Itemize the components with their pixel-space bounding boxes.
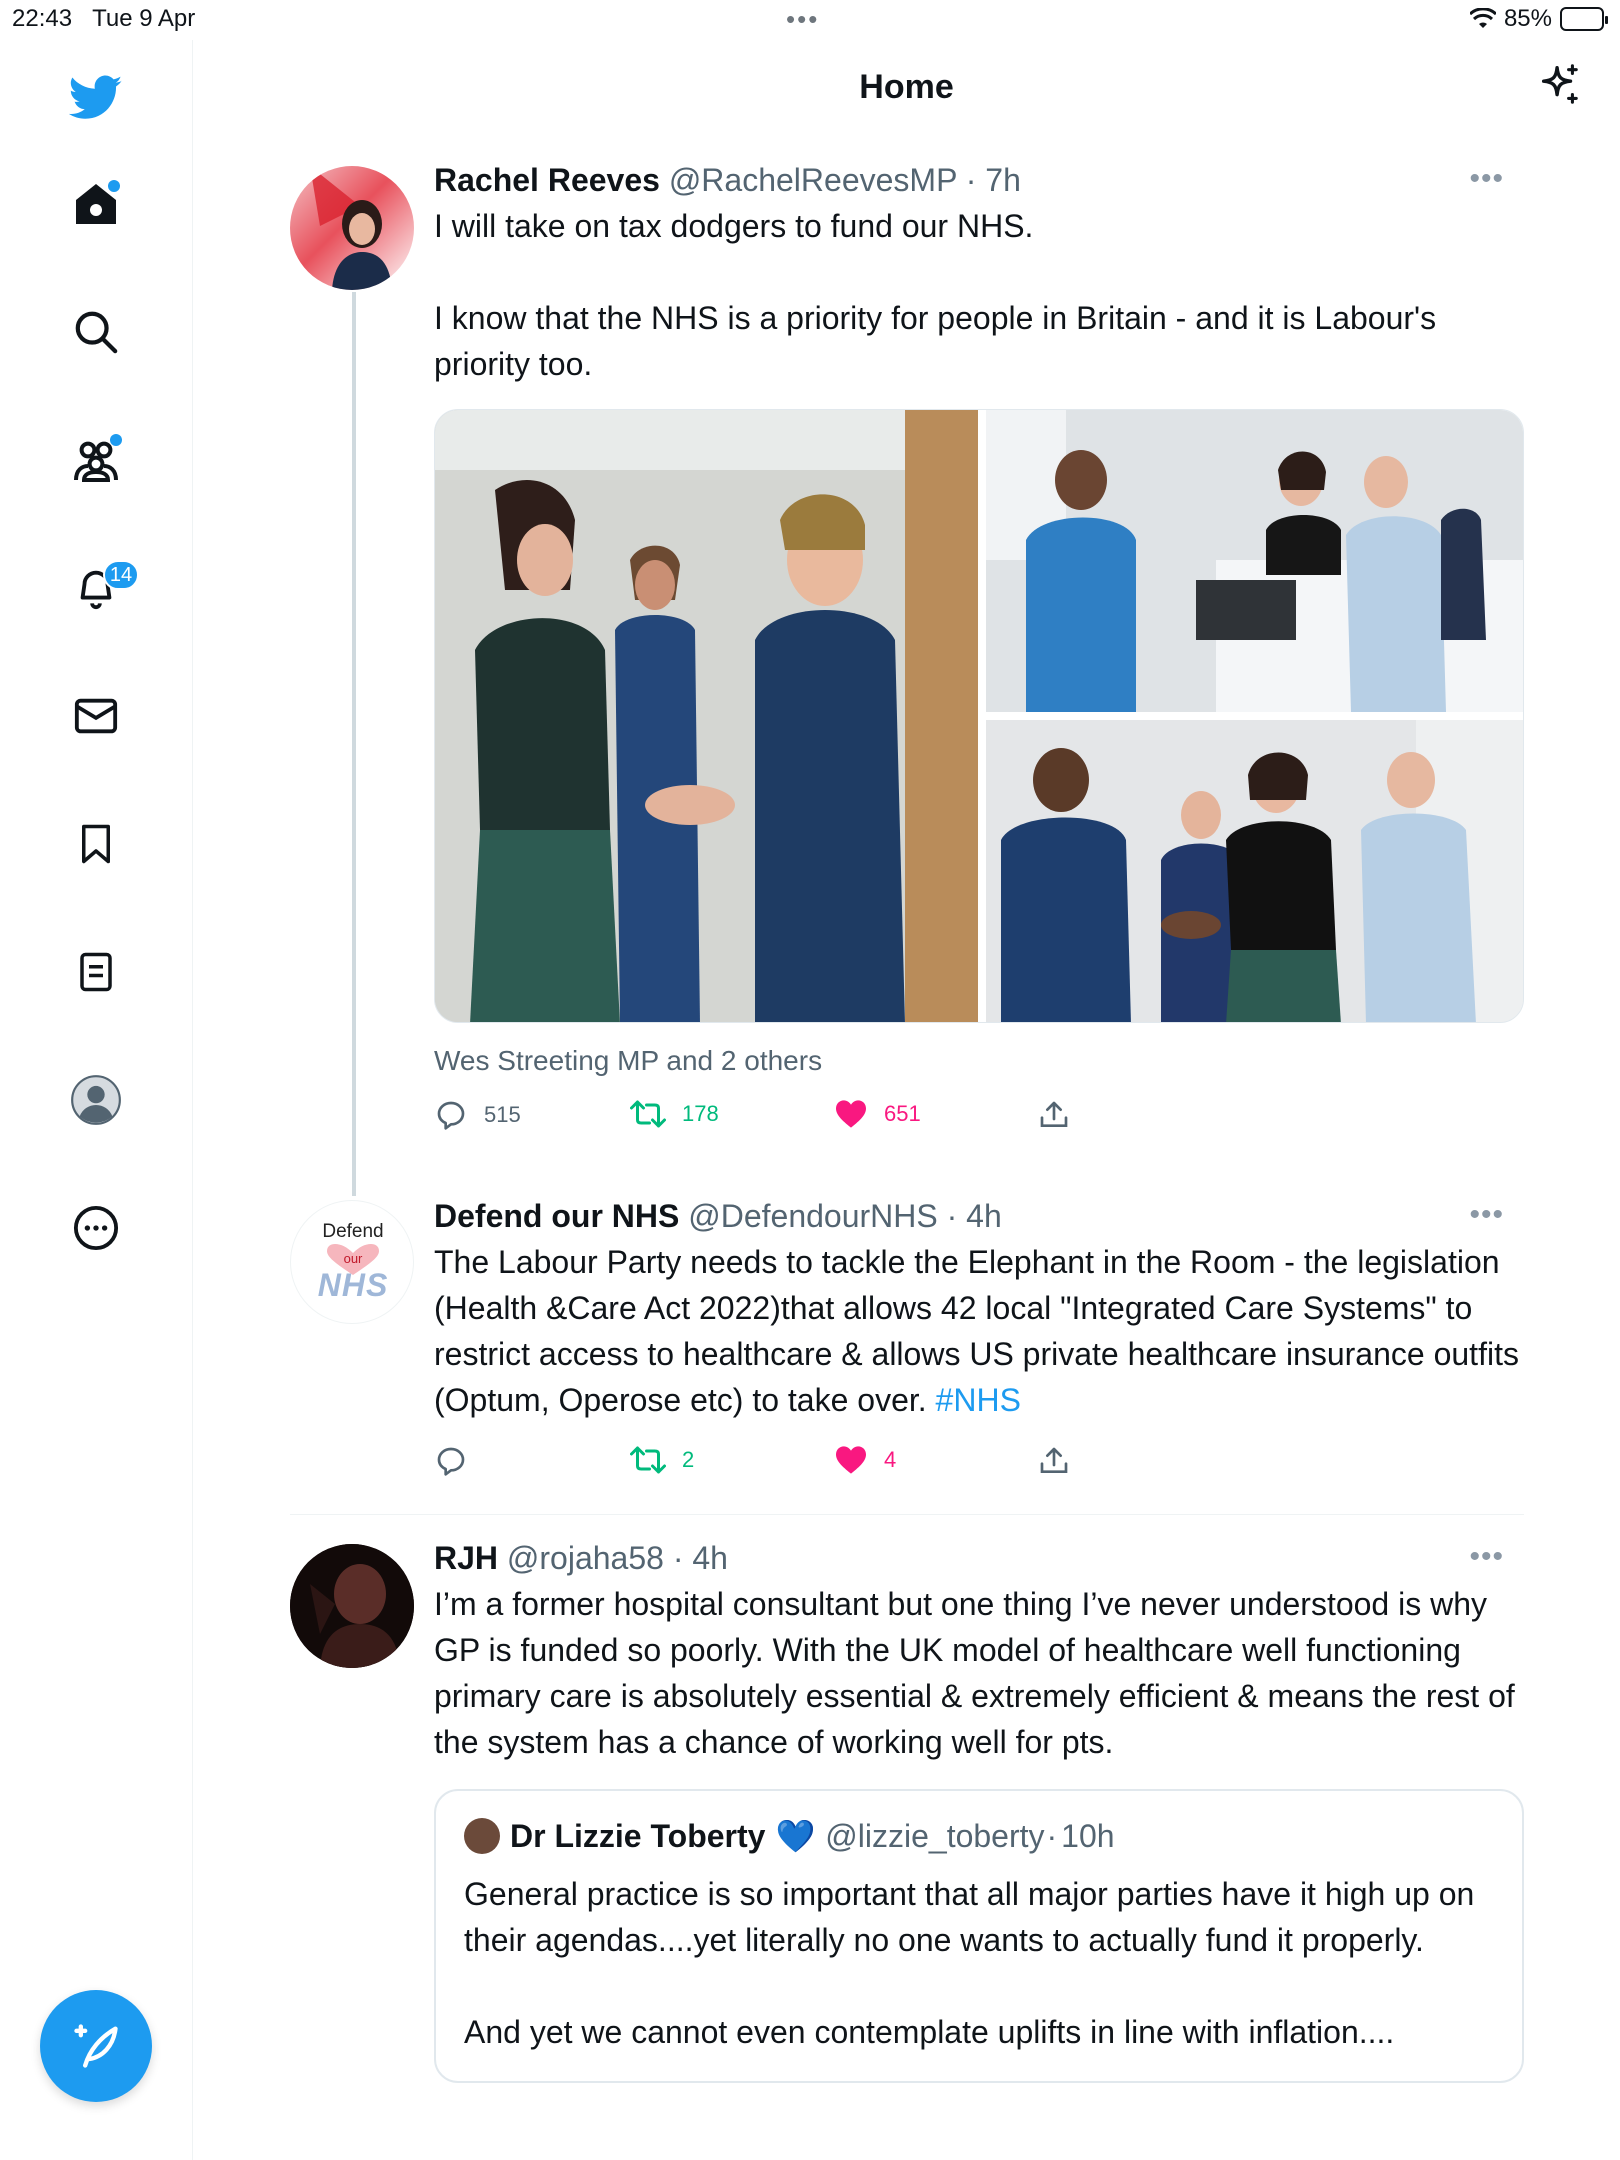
tweet-more-icon[interactable]: ••• — [1469, 1198, 1504, 1232]
tweet-actions: 2 4 — [434, 1445, 1524, 1491]
tweet[interactable]: RJH @rojaha58 · 4h ••• I’m a former hosp… — [290, 1540, 1524, 2083]
tweet-more-icon[interactable]: ••• — [1469, 162, 1504, 196]
tweet-media-grid[interactable] — [434, 409, 1524, 1023]
share-icon — [1040, 1101, 1068, 1127]
tweet-time[interactable]: 4h — [966, 1198, 1002, 1234]
sidebar-item-bookmarks[interactable] — [66, 814, 126, 874]
retweet-button[interactable]: 2 — [630, 1445, 694, 1475]
reply-icon — [437, 1447, 465, 1476]
retweet-icon — [630, 1100, 666, 1128]
reply-button[interactable] — [434, 1445, 484, 1477]
sidebar-item-more[interactable] — [66, 1198, 126, 1258]
notification-count-badge: 14 — [103, 560, 139, 590]
reply-count: 515 — [484, 1102, 521, 1127]
retweet-count: 178 — [682, 1101, 719, 1126]
multitasking-dots-icon[interactable]: ••• — [786, 4, 819, 35]
reply-button[interactable]: 515 — [434, 1099, 521, 1131]
bookmark-icon — [82, 824, 110, 864]
tweet-text: The Labour Party needs to tackle the Ele… — [434, 1244, 1519, 1418]
lists-icon — [80, 952, 112, 992]
heart-filled-icon — [836, 1100, 866, 1128]
status-bar: 22:43 Tue 9 Apr ••• 85% — [0, 0, 1620, 40]
quoted-tweet[interactable]: Dr Lizzie Toberty 💙 @lizzie_toberty · 10h … — [434, 1789, 1524, 2083]
tweet-more-icon[interactable]: ••• — [1469, 1540, 1504, 1574]
mail-icon — [74, 698, 118, 734]
tweet-text: I’m a former hospital consultant but one… — [434, 1586, 1515, 1760]
sidebar: 14 — [0, 40, 193, 2160]
share-button[interactable] — [1038, 1445, 1070, 1477]
author-handle[interactable]: @DefendourNHS — [688, 1198, 937, 1234]
compose-feather-icon — [74, 2024, 118, 2068]
wifi-icon — [1469, 8, 1496, 28]
retweet-icon — [630, 1446, 666, 1474]
tweet[interactable]: Rachel Reeves @RachelReevesMP · 7h ••• I… — [290, 162, 1524, 1145]
more-circle-icon — [73, 1205, 119, 1251]
sidebar-item-profile[interactable] — [66, 1070, 126, 1130]
share-icon — [1040, 1447, 1068, 1473]
sidebar-item-search[interactable] — [66, 302, 126, 362]
sidebar-item-home[interactable] — [66, 174, 126, 234]
retweet-count: 2 — [682, 1447, 695, 1472]
page-title: Home — [859, 68, 954, 106]
status-time: 22:43 Tue 9 Apr — [12, 5, 196, 32]
quoted-tweet-text: General practice is so important that al… — [464, 1876, 1475, 2050]
tweet-actions: 515 178 651 — [434, 1099, 1524, 1145]
author-name[interactable]: RJH — [434, 1540, 498, 1576]
tweet-header: RJH @rojaha58 · 4h — [434, 1540, 728, 1576]
like-count: 651 — [884, 1101, 921, 1126]
author-handle[interactable]: @RachelReevesMP — [669, 162, 957, 198]
status-right: 85% — [1469, 5, 1608, 33]
tweet-photo-1[interactable] — [435, 410, 978, 1022]
battery-percent: 85% — [1503, 5, 1552, 32]
quoted-tweet-time: 10h — [1061, 1817, 1115, 1854]
heart-filled-icon — [836, 1446, 866, 1474]
sidebar-item-notifications[interactable]: 14 — [66, 558, 139, 618]
sidebar-item-communities[interactable] — [66, 430, 126, 490]
sparkle-icon[interactable] — [1536, 62, 1582, 108]
quoted-author-handle[interactable]: @lizzie_toberty — [825, 1818, 1044, 1855]
tweet-time[interactable]: 4h — [692, 1540, 728, 1576]
share-button[interactable] — [1038, 1099, 1070, 1131]
social-context[interactable]: Wes Streeting MP and 2 others — [434, 1045, 1524, 1077]
tweet-divider — [290, 1514, 1524, 1515]
quoted-author-name[interactable]: Dr Lizzie Toberty — [510, 1818, 765, 1855]
sidebar-item-messages[interactable] — [66, 686, 126, 746]
quoted-author-avatar[interactable] — [464, 1818, 500, 1854]
tweet-photo-3[interactable] — [986, 720, 1523, 1022]
profile-icon — [71, 1075, 121, 1125]
like-button[interactable]: 651 — [834, 1099, 921, 1129]
tweet-header: Rachel Reeves @RachelReevesMP · 7h — [434, 162, 1021, 198]
quoted-tweet-header: Dr Lizzie Toberty 💙 @lizzie_toberty · 10h — [464, 1817, 1494, 1855]
tweet[interactable]: Defend our NHS @DefendourNHS · 4h ••• Th… — [290, 1198, 1524, 1491]
hashtag-link[interactable]: #NHS — [936, 1382, 1021, 1418]
sidebar-item-lists[interactable] — [66, 942, 126, 1002]
retweet-button[interactable]: 178 — [630, 1099, 719, 1129]
author-name[interactable]: Defend our NHS — [434, 1198, 679, 1234]
tweet-time[interactable]: 7h — [985, 162, 1021, 198]
battery-icon — [1560, 7, 1608, 31]
reply-icon — [437, 1101, 465, 1130]
tweet-text: I will take on tax dodgers to fund our N… — [434, 208, 1437, 382]
like-button[interactable]: 4 — [834, 1445, 896, 1475]
search-icon — [75, 311, 118, 354]
author-name[interactable]: Rachel Reeves — [434, 162, 660, 198]
tweet-header: Defend our NHS @DefendourNHS · 4h — [434, 1198, 1002, 1234]
blue-heart-emoji: 💙 — [775, 1818, 816, 1854]
compose-tweet-button[interactable] — [40, 1990, 152, 2102]
twitter-logo-icon[interactable] — [66, 68, 126, 128]
like-count: 4 — [884, 1447, 897, 1472]
author-handle[interactable]: @rojaha58 — [507, 1540, 664, 1576]
tweet-photo-2[interactable] — [986, 410, 1523, 712]
